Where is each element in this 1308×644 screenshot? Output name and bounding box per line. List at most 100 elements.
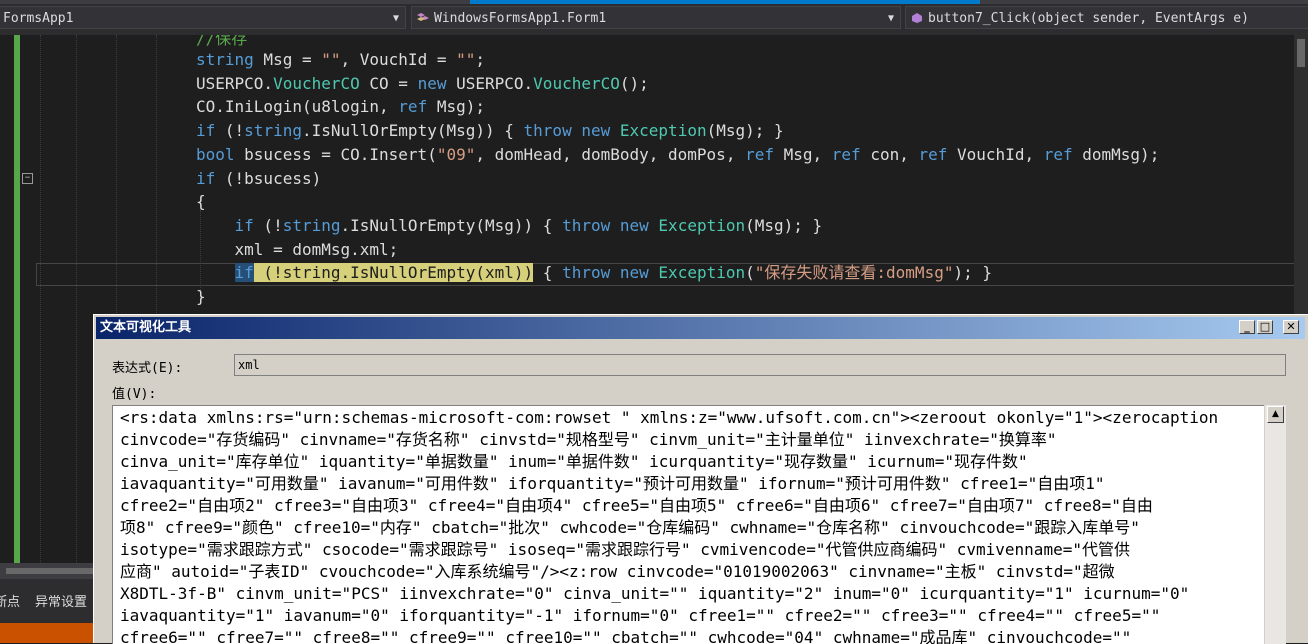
value-line: iavaquantity="1" iavanum="0" iforquantit… xyxy=(120,606,1161,625)
code-token: ; xyxy=(475,50,485,69)
chevron-down-icon: ▼ xyxy=(392,13,399,24)
code-token: domMsg); xyxy=(1072,144,1160,164)
member-dropdown[interactable]: button7_Click(object sender, EventArgs e… xyxy=(905,6,1308,29)
code-token: ( xyxy=(745,263,755,283)
code-token: Exception xyxy=(658,215,746,235)
code-token: Exception xyxy=(658,263,746,283)
code-token: CO.IniLogin(u8login, xyxy=(196,97,399,117)
scrollbar-thumb[interactable] xyxy=(6,568,94,574)
code-token: } xyxy=(196,287,206,306)
chevron-down-icon: ▼ xyxy=(887,13,894,24)
text-visualizer-dialog: 文本可视化工具 _ □ ✕ 表达式(E): xml 值(V): <rs:data… xyxy=(93,314,1308,644)
code-token: "09" xyxy=(436,144,476,164)
code-token: if xyxy=(196,168,216,188)
value-line: cfree2="自由项2" cfree3="自由项3" cfree4="自由项4… xyxy=(120,496,1153,515)
code-token: CO = xyxy=(359,73,418,93)
code-token: new xyxy=(619,215,649,235)
value-line: iavaquantity="可用数量" iavanum="可用件数" iforq… xyxy=(120,474,1105,493)
code-token: if xyxy=(196,121,216,141)
code-token: VoucherCO xyxy=(273,73,360,93)
code-line: if (!string.IsNullOrEmpty(Msg)) { throw … xyxy=(196,119,784,142)
code-token: bool xyxy=(196,144,235,164)
code-token: new xyxy=(619,263,649,283)
code-token: Msg, xyxy=(773,144,832,164)
code-token: ref xyxy=(745,144,774,164)
active-tab-indicator xyxy=(470,0,980,4)
maximize-button[interactable]: □ xyxy=(1257,320,1273,334)
code-token: "保存失败请查看:domMsg" xyxy=(754,263,954,283)
code-line: if (!bsucess) xyxy=(196,167,321,190)
tab-breakpoints[interactable]: 断点 xyxy=(0,591,20,610)
member-dropdown-value: button7_Click(object sender, EventArgs e… xyxy=(928,11,1249,26)
code-token: Msg = xyxy=(253,50,322,69)
expression-label: 表达式(E): xyxy=(112,361,183,376)
code-line: USERPCO.VoucherCO CO = new USERPCO.Vouch… xyxy=(196,72,649,95)
close-button[interactable]: ✕ xyxy=(1283,320,1299,334)
tab-exception-settings[interactable]: 异常设置 xyxy=(35,591,87,610)
code-token: USERPCO. xyxy=(196,73,274,93)
status-bar xyxy=(0,623,100,643)
scrollbar-thumb[interactable] xyxy=(1297,39,1305,67)
value-line: cinvcode="存货编码" cinvname="存货名称" cinvstd=… xyxy=(120,430,1057,449)
code-token: { xyxy=(196,192,206,212)
code-line: bool bsucess = CO.Insert("09", domHead, … xyxy=(196,143,1159,166)
code-token: (! xyxy=(253,215,283,235)
code-token: .IsNullOrEmpty(Msg)) { xyxy=(301,121,524,141)
code-token: ref xyxy=(918,144,948,164)
change-tracking-margin xyxy=(14,35,20,563)
method-icon xyxy=(912,13,922,23)
value-textbox[interactable]: <rs:data xmlns:rs="urn:schemas-microsoft… xyxy=(112,405,1264,644)
scroll-up-icon[interactable]: ▲ xyxy=(1267,406,1284,423)
value-label: 值(V): xyxy=(112,387,157,402)
indent-guide xyxy=(40,35,41,563)
code-token: new xyxy=(581,121,611,141)
value-line: cinva_unit="库存单位" iquantity="单据数量" inum=… xyxy=(120,452,1028,471)
code-line: { xyxy=(196,190,206,213)
code-token: string xyxy=(244,121,302,141)
code-token: string xyxy=(196,50,254,69)
code-token: Msg); xyxy=(427,97,485,117)
value-line: cfree6="" cfree7="" cfree8="" cfree9="" … xyxy=(120,628,1132,644)
class-dropdown[interactable]: WindowsFormsApp1.Form1 ▼ xyxy=(411,6,901,29)
value-line: 项8" cfree9="颜色" cfree10="内存" cbatch="批次"… xyxy=(120,518,1140,537)
value-line: X8DTL-3f-B" cinvm_unit="PCS" iinvexchrat… xyxy=(120,584,1190,603)
code-token: (!bsucess) xyxy=(215,168,322,188)
code-token: throw xyxy=(562,215,611,235)
value-vertical-scrollbar[interactable]: ▲ xyxy=(1264,405,1286,644)
code-token: ref xyxy=(831,144,861,164)
code-token: ref xyxy=(1043,144,1073,164)
code-token: xml = domMsg.xml; xyxy=(196,239,399,259)
minimize-button[interactable]: _ xyxy=(1239,320,1255,334)
code-line: if (!string.IsNullOrEmpty(Msg)) { throw … xyxy=(196,214,823,237)
dialog-titlebar[interactable]: 文本可视化工具 _ □ ✕ xyxy=(96,317,1305,339)
collapse-icon[interactable]: − xyxy=(22,173,33,184)
code-token: , domHead, domBody, domPos, xyxy=(475,144,746,164)
code-token: con, xyxy=(860,144,919,164)
class-icon xyxy=(417,13,429,21)
value-line: <rs:data xmlns:rs="urn:schemas-microsoft… xyxy=(120,408,1219,427)
code-token: (! xyxy=(215,121,245,141)
project-dropdown[interactable]: FormsApp1 ▼ xyxy=(0,6,406,29)
code-token: (Msg); } xyxy=(745,215,823,235)
code-token: ref xyxy=(398,97,428,117)
code-token: Exception xyxy=(619,121,707,141)
code-line: } xyxy=(196,285,206,308)
code-token: { xyxy=(533,263,563,283)
code-token: , VouchId = xyxy=(340,50,457,69)
value-line: isotype="需求跟踪方式" csocode="需求跟踪号" isoseq=… xyxy=(120,540,1130,559)
code-token: string xyxy=(282,263,341,283)
value-text: <rs:data xmlns:rs="urn:schemas-microsoft… xyxy=(120,407,1262,644)
expression-input[interactable]: xml xyxy=(234,354,1286,376)
code-token: string xyxy=(282,215,341,235)
code-token: VoucherCO xyxy=(533,73,620,93)
code-token: if xyxy=(234,263,254,283)
code-line: string Msg = "", VouchId = ""; xyxy=(196,48,485,71)
navigation-bar: FormsApp1 ▼ WindowsFormsApp1.Form1 ▼ but… xyxy=(0,0,1308,35)
editor-horizontal-scrollbar[interactable] xyxy=(0,563,100,579)
